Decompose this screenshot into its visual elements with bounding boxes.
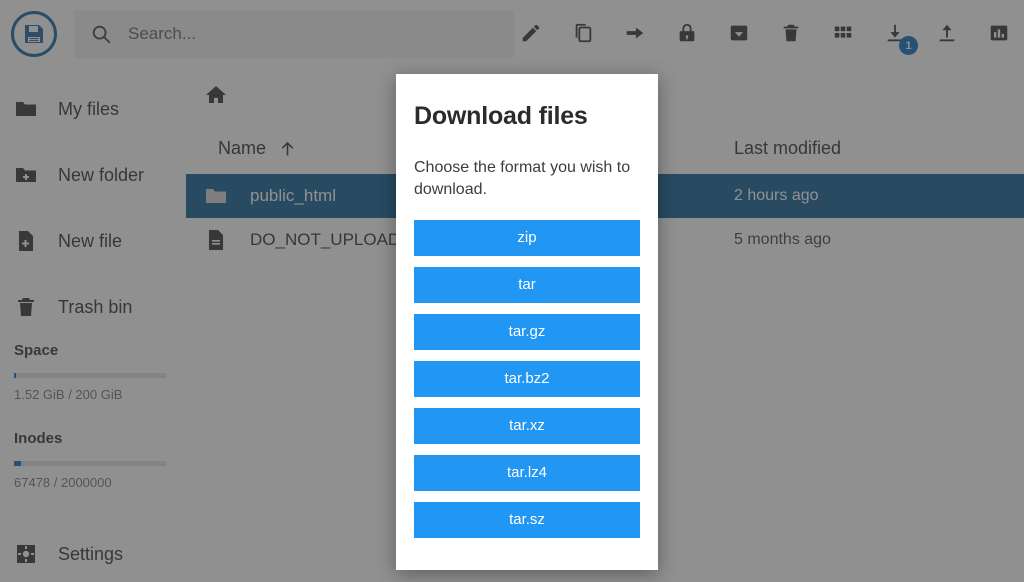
dialog-description: Choose the format you wish to download. [414, 131, 636, 200]
format-button-tar-lz4[interactable]: tar.lz4 [414, 455, 640, 491]
format-button-zip[interactable]: zip [414, 220, 640, 256]
download-files-dialog: Download files Choose the format you wis… [396, 74, 658, 570]
file-manager-app: 1 [0, 0, 1024, 582]
dialog-title: Download files [414, 74, 640, 131]
format-button-list: zip tar tar.gz tar.bz2 tar.xz tar.lz4 ta… [414, 200, 640, 538]
format-button-tar-gz[interactable]: tar.gz [414, 314, 640, 350]
format-button-tar-bz2[interactable]: tar.bz2 [414, 361, 640, 397]
format-button-tar[interactable]: tar [414, 267, 640, 303]
format-button-tar-sz[interactable]: tar.sz [414, 502, 640, 538]
format-button-tar-xz[interactable]: tar.xz [414, 408, 640, 444]
